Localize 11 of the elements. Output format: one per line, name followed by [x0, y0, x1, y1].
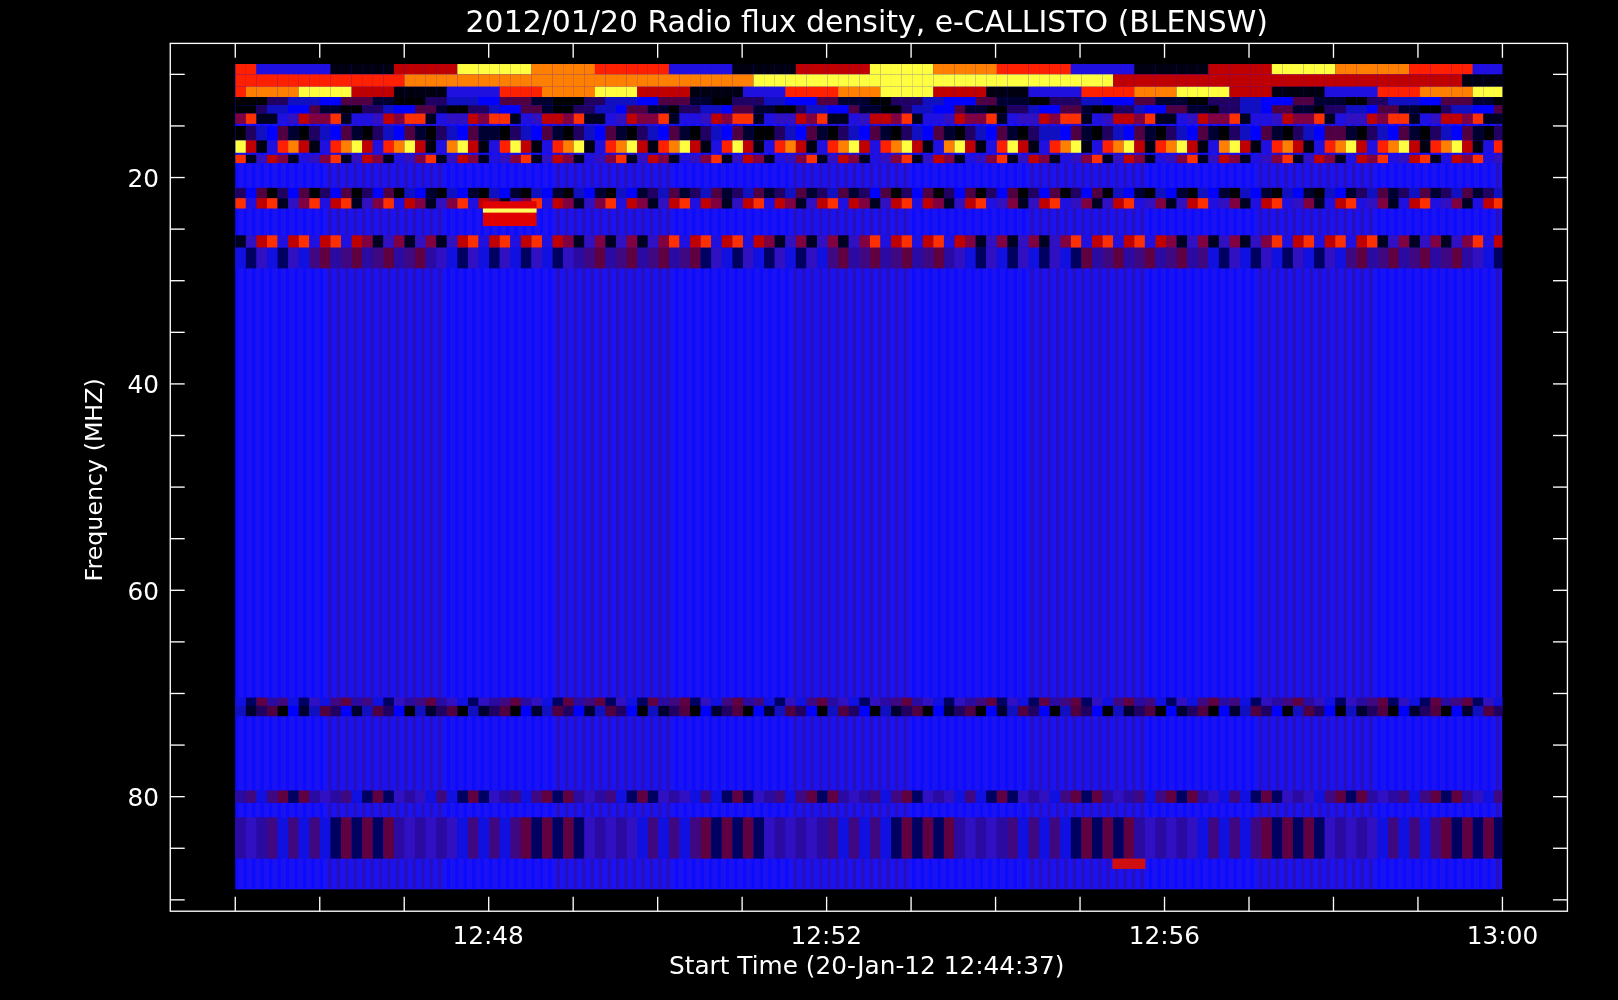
y-tick-label: 60	[127, 576, 159, 606]
x-tick-label: 12:48	[452, 921, 524, 951]
y-tick-label: 40	[127, 370, 159, 400]
x-axis-label: Start Time (20-Jan-12 12:44:37)	[669, 951, 1065, 981]
x-tick-label: 13:00	[1466, 921, 1539, 951]
y-tick-label: 80	[127, 782, 159, 812]
chart-title: 2012/01/20 Radio flux density, e-CALLISTO (BLENSW)	[465, 4, 1268, 40]
y-tick-label: 20	[127, 163, 159, 193]
x-tick-label: 12:52	[790, 921, 862, 951]
y-axis-label: Frequency (MHZ)	[80, 378, 109, 582]
x-tick-label: 12:56	[1128, 921, 1201, 951]
